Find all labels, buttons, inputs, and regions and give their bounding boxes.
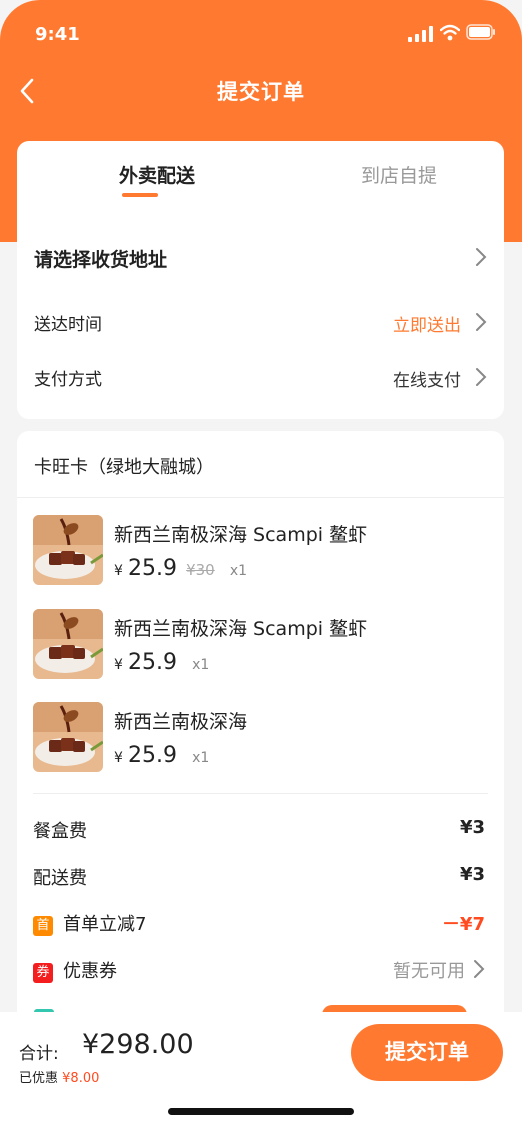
item-quantity: x1 [229,563,248,579]
delivery-time-label: 送达时间 [34,315,102,335]
address-label: 请选择收货地址 [34,249,168,271]
first-order-discount-row: 首首单立减7 －¥7 [33,904,485,938]
product-image [33,609,103,679]
box-fee-value: ¥3 [459,817,485,838]
first-order-discount-value: －¥7 [441,914,485,935]
delivery-fee-value: ¥3 [459,864,485,885]
discount-label: 已优惠 [19,1071,59,1086]
item-original-price: ¥30 [186,561,215,579]
currency-symbol: ¥ [114,657,123,673]
delivery-time-value: 立即送出 [393,316,461,336]
cellular-signal-icon [408,26,433,42]
submit-order-button[interactable]: 提交订单 [351,1024,503,1081]
coupon-row[interactable]: 券优惠券 暂无可用 [33,951,485,985]
battery-icon [466,24,495,40]
delivery-time-row[interactable]: 送达时间 立即送出 [34,302,487,342]
order-item: 新西兰南极深海 ¥ 25.9 x1 [33,702,493,772]
first-order-badge-icon: 首 [33,916,53,936]
product-image [33,702,103,772]
divider [17,497,504,498]
status-bar: 9:41 [0,0,522,62]
wifi-icon [440,24,460,41]
item-price-line: ¥ 25.9 x1 [114,743,209,773]
chevron-right-icon [476,248,487,266]
coupon-label: 优惠券 [63,961,117,982]
discount-value: ¥8.00 [62,1071,100,1086]
delivery-fee-label: 配送费 [33,868,87,889]
payment-method-row[interactable]: 支付方式 在线支付 [34,357,487,397]
delivery-card: 外卖配送 到店自提 请选择收货地址 送达时间 立即送出 支付方式 在线支付 [17,141,504,419]
total-label: 合计: [19,1044,59,1064]
item-quantity: x1 [192,657,210,673]
tab-pickup[interactable]: 到店自提 [339,161,459,188]
item-price: 25.9 [128,743,177,768]
first-order-discount-label: 首单立减7 [63,914,147,935]
tab-delivery[interactable]: 外卖配送 [97,161,217,188]
active-tab-indicator [122,193,158,197]
order-item: 新西兰南极深海 Scampi 鳌虾 ¥ 25.9 x1 [33,609,493,679]
item-name: 新西兰南极深海 Scampi 鳌虾 [114,618,368,640]
currency-symbol: ¥ [114,750,123,766]
box-fee-row: 餐盒费 ¥3 [33,811,485,845]
navigation-bar: 提交订单 [0,68,522,114]
first-order-discount-label-group: 首首单立减7 [33,910,146,936]
total-value: ¥298.00 [82,1029,194,1060]
payment-method-value: 在线支付 [393,371,461,391]
address-selector[interactable]: 请选择收货地址 [34,237,487,277]
delivery-fee-row: 配送费 ¥3 [33,858,485,892]
item-quantity: x1 [192,750,210,766]
item-name: 新西兰南极深海 [114,711,248,733]
product-image [33,515,103,585]
page-title: 提交订单 [217,80,305,104]
currency-symbol: ¥ [114,563,123,579]
order-item: 新西兰南极深海 Scampi 鳌虾 ¥ 25.9 ¥30 x1 [33,515,493,585]
chevron-right-icon [474,960,485,978]
home-indicator [168,1108,354,1115]
payment-method-label: 支付方式 [34,370,102,390]
item-price-line: ¥ 25.9 ¥30 x1 [114,556,247,586]
divider [33,793,488,794]
coupon-value: 暂无可用 [393,961,465,982]
chevron-right-icon [476,313,487,331]
status-time: 9:41 [35,24,80,45]
item-price: 25.9 [128,650,177,675]
coupon-label-group: 券优惠券 [33,957,117,983]
discount-summary: 已优惠 ¥8.00 [19,1067,99,1086]
coupon-badge-icon: 券 [33,963,53,983]
store-name: 卡旺卡（绿地大融城） [34,457,214,478]
box-fee-label: 餐盒费 [33,821,87,842]
item-price-line: ¥ 25.9 x1 [114,650,209,680]
item-name: 新西兰南极深海 Scampi 鳌虾 [114,524,368,546]
order-card: 卡旺卡（绿地大融城） 新西兰南极深海 Scampi 鳌虾 ¥ 25.9 ¥30 … [17,431,504,1071]
chevron-right-icon [476,368,487,386]
item-price: 25.9 [128,556,177,581]
